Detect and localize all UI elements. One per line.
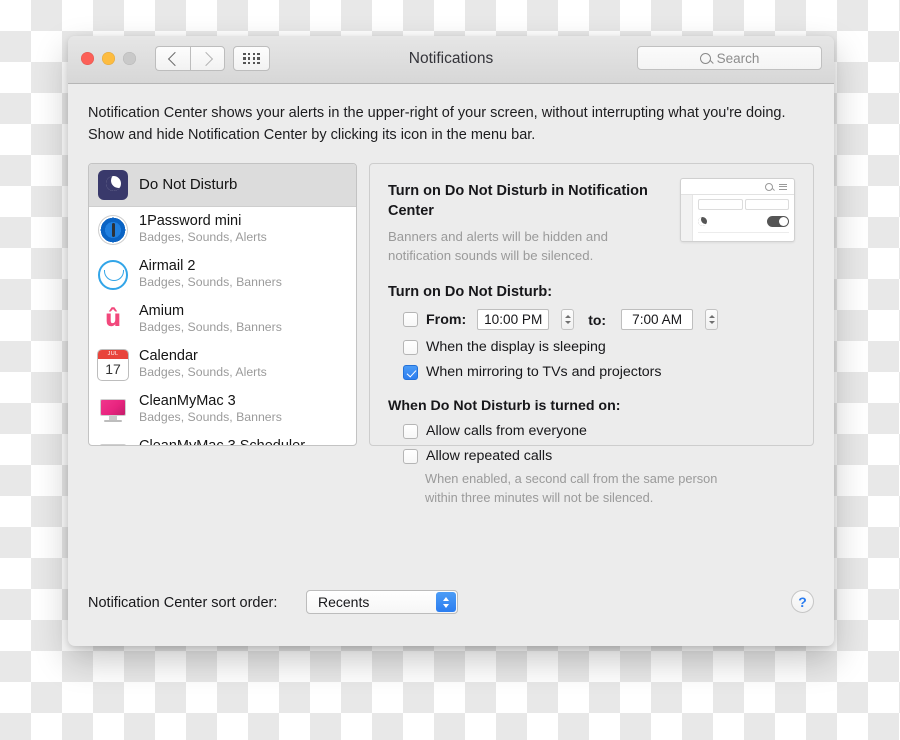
from-time-field[interactable]: 10:00 PM	[477, 309, 550, 331]
sidebar-item-text: Calendar Badges, Sounds, Alerts	[139, 348, 267, 381]
do-not-disturb-settings-pane: Turn on Do Not Disturb in Notification C…	[369, 163, 814, 505]
amium-icon: û	[104, 306, 122, 332]
schedule-section-title: Turn on Do Not Disturb:	[388, 284, 553, 301]
app-name: Do Not Disturb	[139, 176, 238, 194]
display-sleeping-checkbox[interactable]	[403, 339, 418, 355]
sidebar-item-1password-mini[interactable]: 1Password mini Badges, Sounds, Alerts	[89, 207, 356, 252]
repeated-calls-row: Allow repeated calls	[388, 448, 795, 464]
panes-container: Do Not Disturb 1Password mini Badges, So…	[88, 163, 814, 505]
sidebar-item-text: 1Password mini Badges, Sounds, Alerts	[139, 213, 267, 246]
calendar-day: 17	[105, 360, 121, 377]
sidebar-item-cleanmymac-3[interactable]: CleanMyMac 3 Badges, Sounds, Banners	[89, 387, 356, 432]
notification-center-preview	[680, 178, 795, 242]
from-time-stepper[interactable]	[561, 309, 575, 331]
app-name: Calendar	[139, 348, 198, 365]
calendar-month: JUL	[98, 349, 128, 359]
sidebar-item-text: Amium Badges, Sounds, Banners	[139, 303, 282, 336]
sidebar-item-text: Airmail 2 Badges, Sounds, Banners	[139, 258, 282, 291]
app-alert-styles: Badges, Sounds, Banners	[139, 274, 282, 289]
chevron-updown-icon	[436, 592, 456, 612]
turned-on-section-title: When Do Not Disturb is turned on:	[388, 398, 621, 415]
from-schedule-checkbox[interactable]	[403, 312, 418, 328]
app-alert-styles: Badges, Sounds, Banners	[139, 319, 282, 334]
search-placeholder: Search	[716, 50, 760, 66]
cleanmymac-icon	[98, 395, 128, 425]
to-time-stepper[interactable]	[705, 309, 719, 331]
window-content: Notification Center shows your alerts in…	[68, 102, 834, 614]
moon-icon	[98, 170, 128, 200]
search-field[interactable]: Search	[637, 46, 822, 70]
list-icon	[779, 183, 787, 190]
sort-order-label: Notification Center sort order:	[88, 595, 278, 611]
airmail-icon	[98, 259, 128, 290]
moon-icon	[698, 217, 707, 226]
mirroring-checkbox[interactable]	[403, 364, 418, 380]
from-schedule-row: From: 10:00 PM to: 7:00 AM	[388, 309, 795, 331]
sidebar-item-airmail-2[interactable]: Airmail 2 Badges, Sounds, Banners	[89, 252, 356, 297]
sidebar-item-text: CleanMyMac 3 Badges, Sounds, Banners	[139, 393, 282, 426]
dnd-toggle-switch	[767, 216, 789, 227]
repeated-calls-label: Allow repeated calls	[426, 448, 553, 465]
from-label: From:	[426, 311, 467, 328]
calendar-icon: JUL 17	[98, 349, 128, 380]
detail-heading: Turn on Do Not Disturb in Notification C…	[388, 183, 648, 219]
preview-sidebar-rail	[681, 195, 693, 241]
to-time-field[interactable]: 7:00 AM	[621, 309, 694, 331]
preview-dnd-row	[698, 216, 789, 233]
app-name: CleanMyMac 3	[139, 393, 236, 410]
window-titlebar: Notifications Search	[68, 36, 834, 84]
preview-tabs	[698, 199, 789, 210]
app-name: Amium	[139, 303, 185, 320]
search-icon	[699, 52, 711, 64]
sidebar-item-cleanmymac-3-scheduler[interactable]: CleanMyMac 3 Scheduler Badges, Sounds, A…	[89, 432, 356, 445]
app-alert-styles: Badges, Sounds, Alerts	[139, 229, 267, 244]
app-list-sidebar[interactable]: Do Not Disturb 1Password mini Badges, So…	[88, 163, 357, 446]
notifications-preferences-window: Notifications Search Notification Center…	[68, 36, 834, 646]
app-name: CleanMyMac 3 Scheduler	[139, 438, 305, 445]
sort-order-dropdown[interactable]: Recents	[306, 590, 458, 614]
mirroring-label: When mirroring to TVs and projectors	[426, 364, 662, 381]
sidebar-item-amium[interactable]: û Amium Badges, Sounds, Banners	[89, 297, 356, 342]
app-alert-styles: Badges, Sounds, Alerts	[139, 364, 267, 379]
detail-subtext: Banners and alerts will be hidden and no…	[388, 229, 608, 263]
window-footer: Notification Center sort order: Recents …	[68, 568, 834, 646]
mirroring-row: When mirroring to TVs and projectors	[388, 364, 795, 380]
cleanmymac-icon	[98, 440, 128, 445]
preview-body	[681, 195, 794, 241]
to-label: to:	[588, 311, 607, 328]
repeated-calls-note: When enabled, a second call from the sam…	[425, 471, 718, 506]
display-sleeping-label: When the display is sleeping	[426, 339, 606, 356]
app-name: 1Password mini	[139, 213, 242, 230]
search-icon	[765, 182, 773, 191]
allow-calls-row: Allow calls from everyone	[388, 423, 795, 439]
help-button[interactable]: ?	[791, 590, 814, 613]
preview-main	[693, 195, 794, 241]
preview-toolbar	[681, 179, 794, 195]
sort-order-value: Recents	[318, 594, 370, 610]
allow-calls-label: Allow calls from everyone	[426, 423, 587, 440]
app-alert-styles: Badges, Sounds, Banners	[139, 409, 282, 424]
intro-text: Notification Center shows your alerts in…	[88, 105, 786, 144]
display-sleeping-row: When the display is sleeping	[388, 339, 795, 355]
allow-calls-checkbox[interactable]	[403, 423, 418, 439]
1password-icon	[98, 214, 128, 245]
sidebar-item-do-not-disturb[interactable]: Do Not Disturb	[89, 164, 356, 207]
sidebar-item-calendar[interactable]: JUL 17 Calendar Badges, Sounds, Alerts	[89, 342, 356, 387]
app-name: Airmail 2	[139, 258, 196, 275]
repeated-calls-checkbox[interactable]	[403, 448, 418, 464]
sidebar-item-text: CleanMyMac 3 Scheduler Badges, Sounds, A…	[139, 438, 305, 445]
sidebar-item-text: Do Not Disturb	[139, 176, 237, 193]
